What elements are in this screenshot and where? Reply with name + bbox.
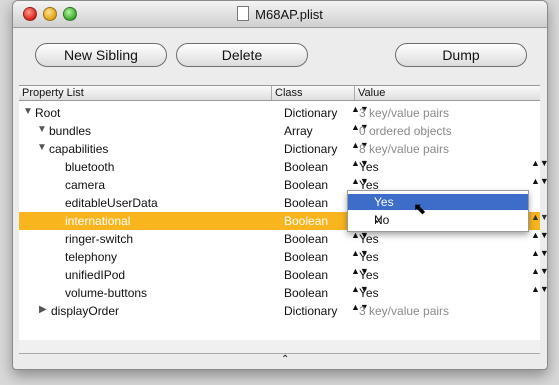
row-telephony[interactable]: telephony Boolean ▲▼ Yes ▲▼ — [19, 248, 547, 266]
popup-option-yes[interactable]: Yes — [348, 194, 528, 210]
property-list-outline[interactable]: Property List Class Value ▼ Root Diction… — [19, 85, 547, 354]
row-displayorder[interactable]: ▶ displayOrder Dictionary ▲▼ 3 key/value… — [19, 302, 540, 320]
dump-button[interactable]: Dump — [395, 43, 527, 67]
value-popup-arrows-icon[interactable]: ▲▼ — [531, 285, 547, 294]
disclosure-expanded-icon[interactable]: ▼ — [37, 124, 47, 135]
mouse-cursor-icon: ⬉ — [413, 201, 427, 218]
row-volume-buttons[interactable]: volume-buttons Boolean ▲▼ Yes ▲▼ — [19, 284, 547, 302]
column-value[interactable]: Value — [358, 87, 385, 99]
popup-option-no[interactable]: ✓ No — [348, 212, 528, 228]
column-class[interactable]: Class — [275, 87, 303, 99]
disclosure-expanded-icon[interactable]: ▼ — [23, 106, 33, 117]
value-popup-arrows-icon[interactable]: ▲▼ — [531, 267, 547, 276]
outline-empty-area — [19, 340, 540, 354]
resize-grip-icon[interactable]: ⌃ — [281, 354, 289, 365]
column-header: Property List Class Value — [19, 86, 540, 101]
split-view-divider[interactable]: ⌃ — [19, 353, 540, 368]
disclosure-collapsed-icon[interactable]: ▶ — [39, 304, 47, 315]
row-ringer-switch[interactable]: ringer-switch Boolean ▲▼ Yes ▲▼ — [19, 230, 547, 248]
row-bluetooth[interactable]: bluetooth Boolean ▲▼ Yes ▲▼ — [19, 158, 547, 176]
value-popup-arrows-icon[interactable]: ▲▼ — [531, 177, 547, 186]
column-divider[interactable] — [354, 86, 355, 100]
plist-window: M68AP.plist New Sibling Delete Dump Prop… — [12, 0, 548, 370]
row-root[interactable]: ▼ Root Dictionary ▲▼ 3 key/value pairs — [19, 104, 540, 122]
column-divider[interactable] — [271, 86, 272, 100]
title-bar[interactable]: M68AP.plist — [13, 1, 547, 28]
column-property-list[interactable]: Property List — [22, 87, 84, 99]
disclosure-expanded-icon[interactable]: ▼ — [37, 142, 47, 153]
value-popup-arrows-icon[interactable]: ▲▼ — [531, 159, 547, 168]
row-bundles[interactable]: ▼ bundles Array ▲▼ 0 ordered objects — [19, 122, 540, 140]
value-popup-arrows-icon[interactable]: ▲▼ — [531, 231, 547, 240]
row-capabilities[interactable]: ▼ capabilities Dictionary ▲▼ 8 key/value… — [19, 140, 540, 158]
window-title: M68AP.plist — [13, 6, 547, 22]
delete-button[interactable]: Delete — [176, 43, 308, 67]
value-popup-arrows-icon[interactable]: ▲▼ — [531, 213, 547, 222]
boolean-value-popup-menu[interactable]: Yes ✓ No — [347, 190, 529, 232]
new-sibling-button[interactable]: New Sibling — [35, 43, 167, 67]
row-unifiedipod[interactable]: unifiedIPod Boolean ▲▼ Yes ▲▼ — [19, 266, 547, 284]
document-icon — [237, 6, 250, 21]
value-popup-arrows-icon[interactable]: ▲▼ — [531, 249, 547, 258]
